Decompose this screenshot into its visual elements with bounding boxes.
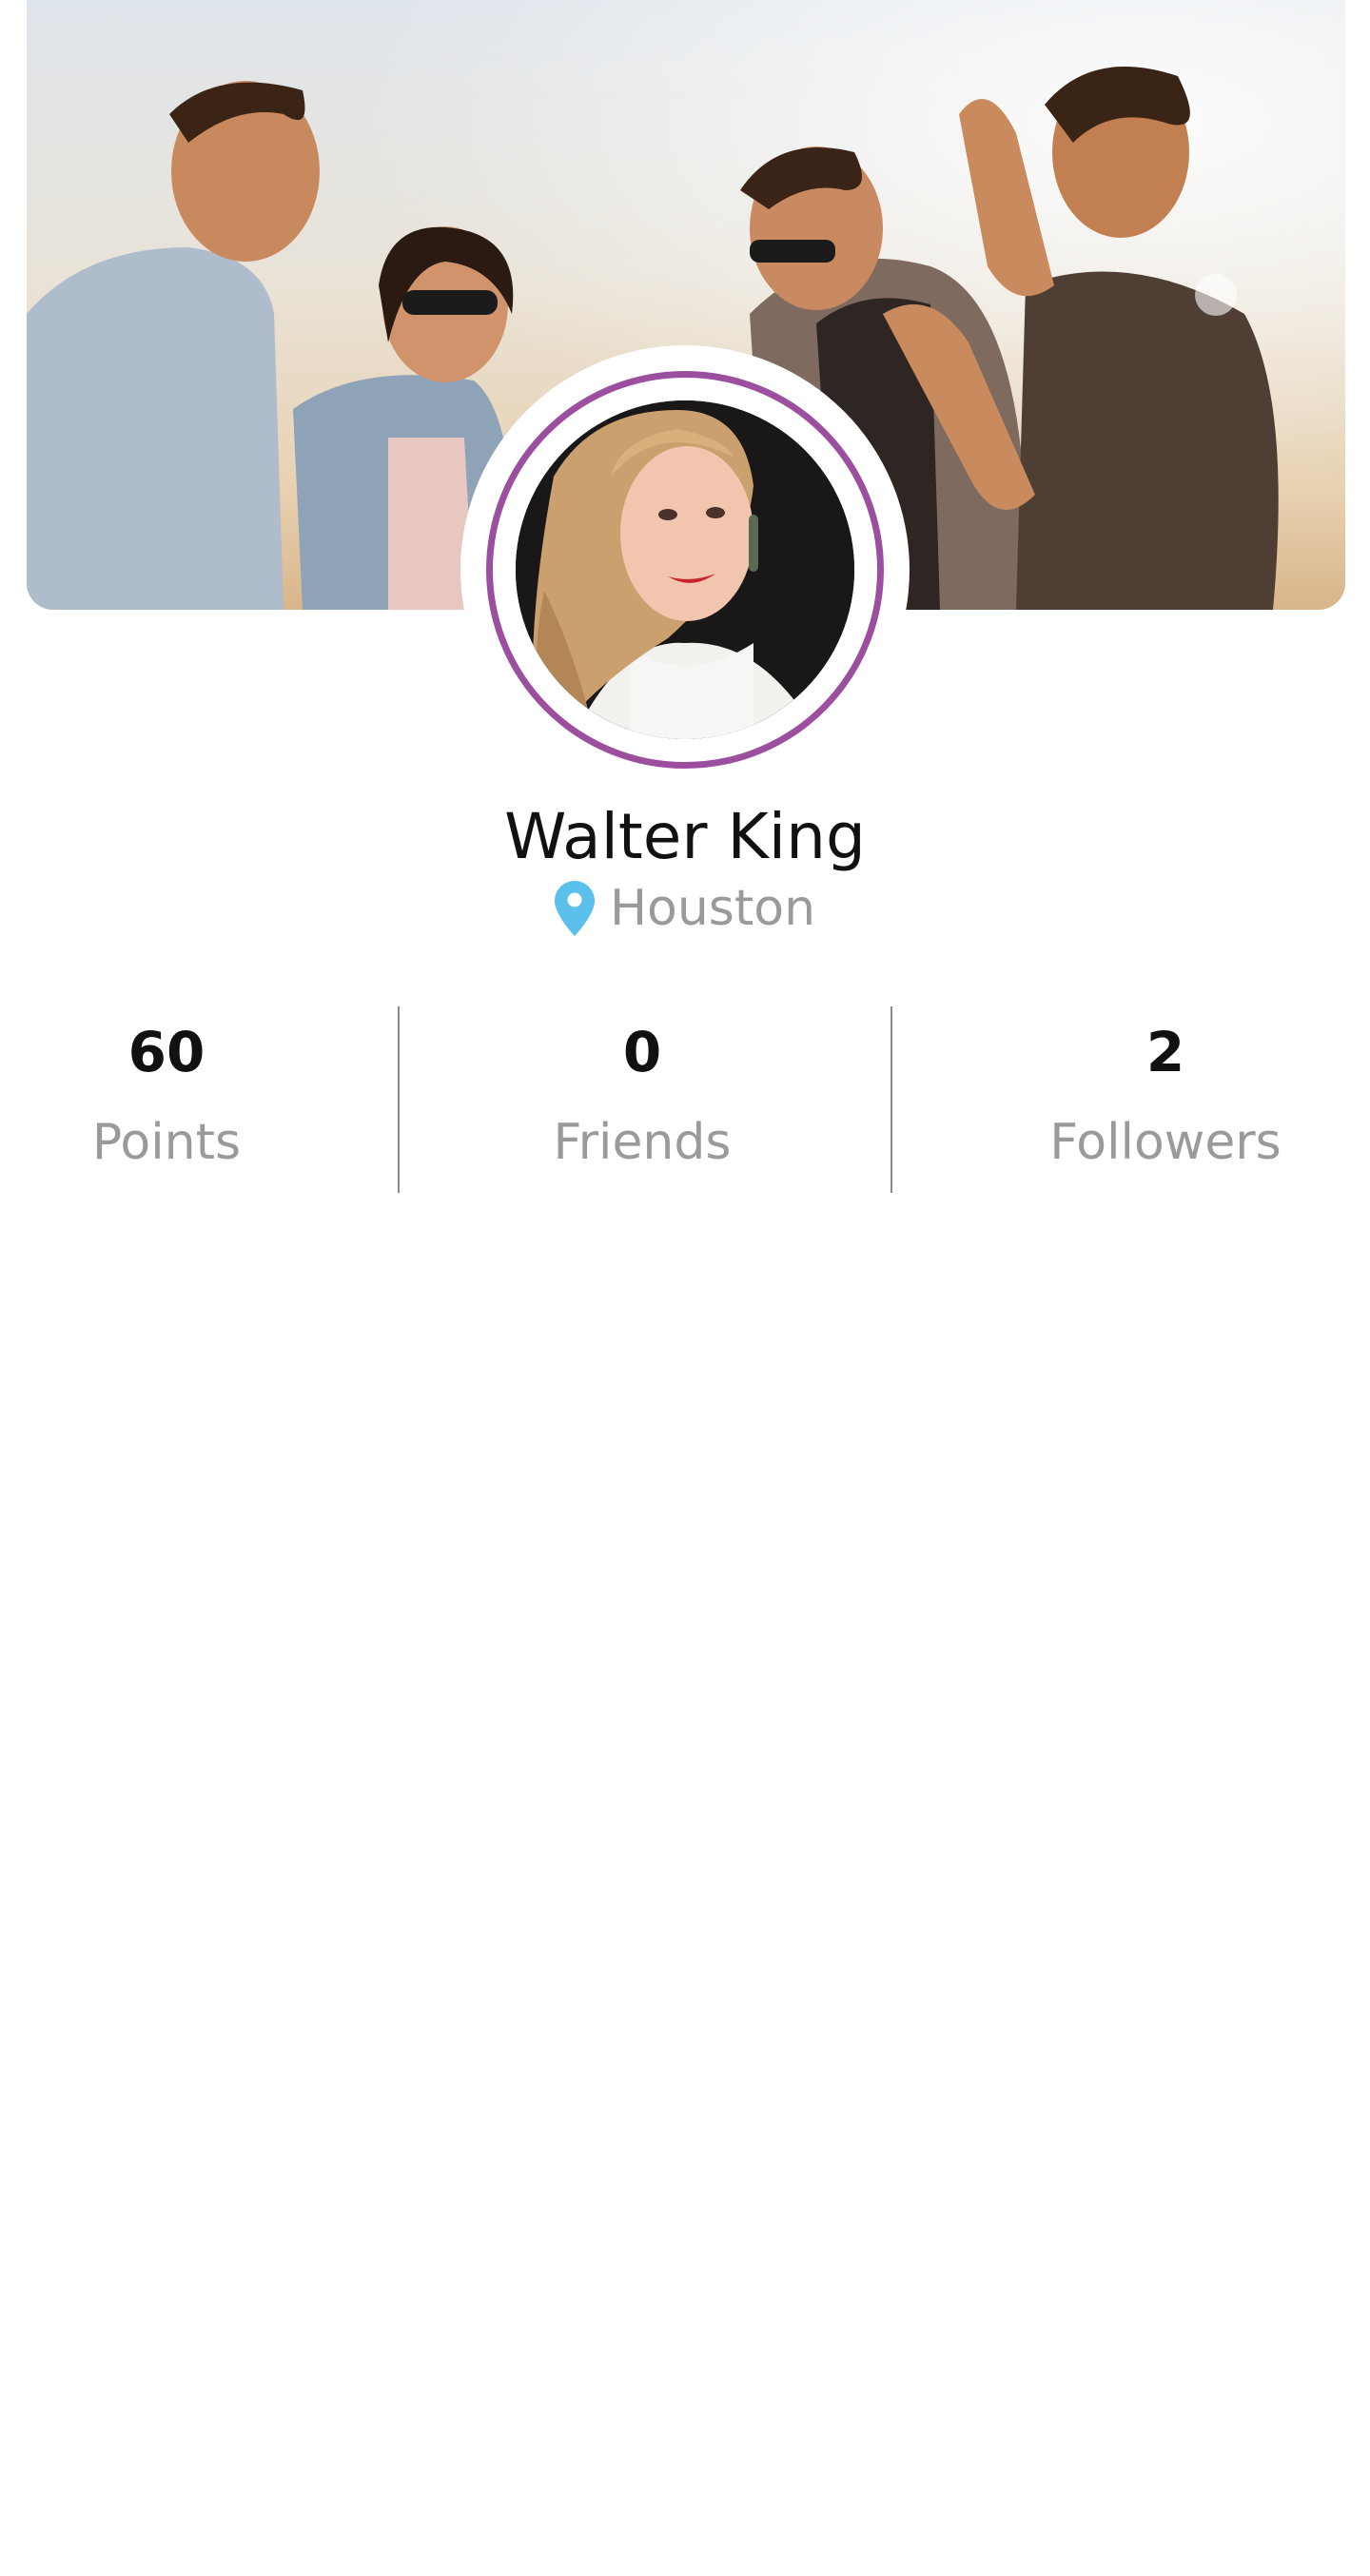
stat-points[interactable]: 60 Points [38, 1006, 295, 1176]
avatar-ring [486, 371, 884, 769]
stats-divider [890, 1006, 892, 1193]
stats-divider [398, 1006, 400, 1193]
avatar-portrait [516, 400, 854, 739]
stat-followers[interactable]: 2 Followers [1008, 1006, 1322, 1176]
stat-followers-label: Followers [1049, 1114, 1282, 1171]
location-text: Houston [609, 880, 816, 937]
stat-friends[interactable]: 0 Friends [514, 1006, 771, 1176]
map-pin-icon [554, 881, 595, 936]
stat-friends-label: Friends [553, 1114, 732, 1171]
stat-followers-value: 2 [1145, 1020, 1185, 1084]
profile-name: Walter King [504, 800, 866, 873]
avatar[interactable] [516, 400, 854, 739]
stat-friends-value: 0 [622, 1020, 662, 1084]
avatar-frame [460, 345, 910, 794]
stats-bar: 60 Points 0 Friends 2 Followers [0, 1006, 1370, 1193]
stat-points-label: Points [91, 1114, 242, 1171]
profile-location: Houston [0, 875, 1370, 942]
stat-points-value: 60 [127, 1020, 206, 1084]
